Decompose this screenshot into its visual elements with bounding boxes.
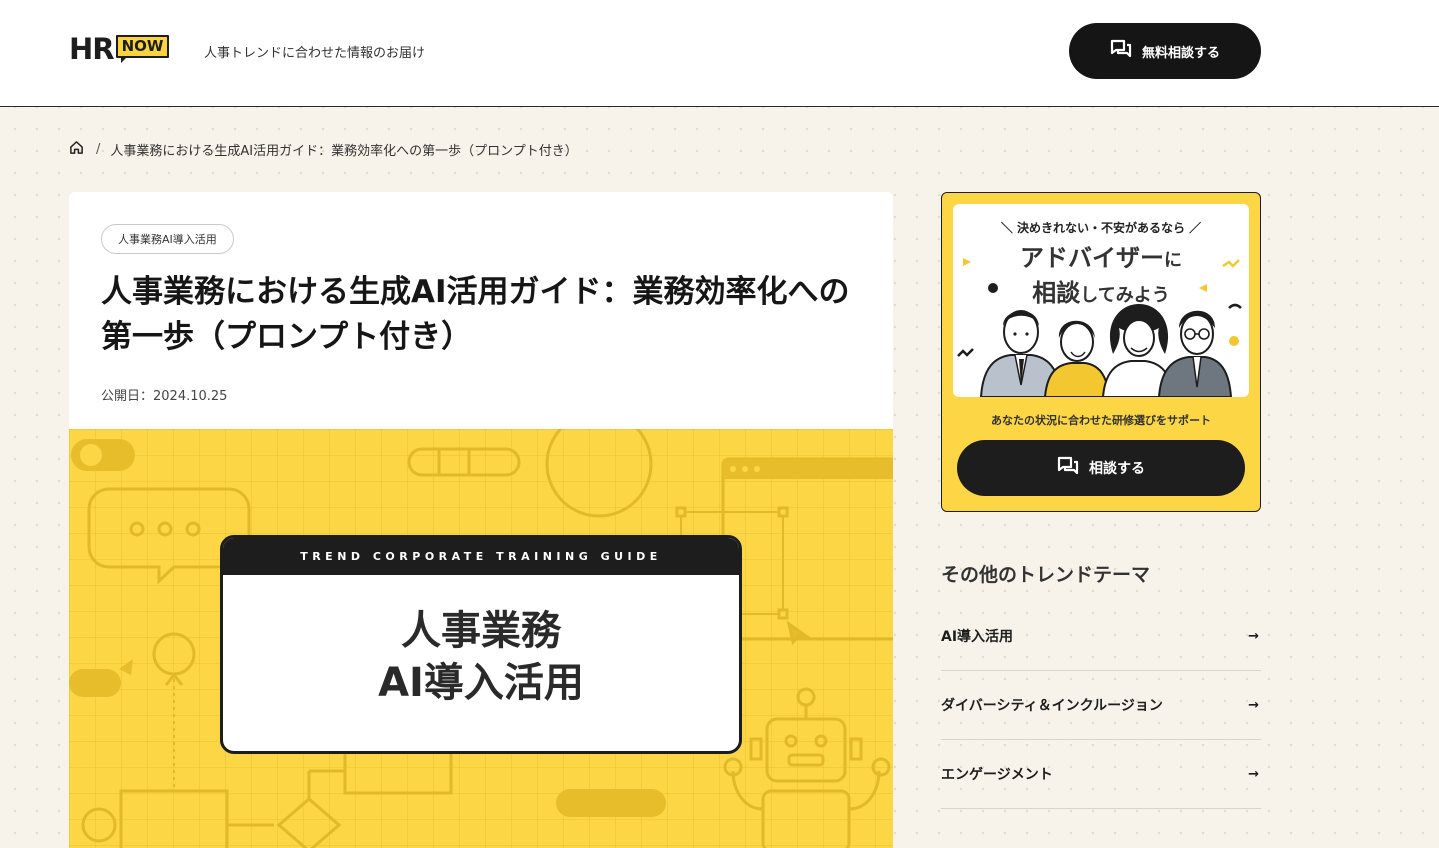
- home-icon[interactable]: [69, 140, 84, 159]
- arrow-right-icon: →: [1248, 697, 1259, 713]
- site-tagline: 人事トレンドに合わせた情報のお届け: [204, 46, 426, 61]
- theme-item-engagement[interactable]: エンゲージメント →: [941, 740, 1261, 809]
- breadcrumb-current: 人事業務における生成AI活用ガイド：業務効率化への第一歩（プロンプト付き）: [110, 144, 578, 159]
- article-tag[interactable]: 人事業務AI導入活用: [101, 224, 234, 254]
- hero-card-text: 人事業務 AI導入活用: [223, 605, 739, 709]
- hr-now-logo[interactable]: HR NOW: [69, 32, 170, 66]
- advisor-consult-label: 相談する: [1089, 461, 1145, 477]
- breadcrumb: / 人事業務における生成AI活用ガイド：業務効率化への第一歩（プロンプト付き）: [69, 140, 578, 159]
- logo-hr-text: HR: [69, 32, 115, 66]
- free-consult-label: 無料相談する: [1141, 45, 1220, 61]
- theme-item-ai[interactable]: AI導入活用 →: [941, 602, 1261, 671]
- article-card: 人事業務AI導入活用 人事業務における生成AI活用ガイド：業務効率化への第一歩（…: [69, 192, 893, 848]
- breadcrumb-separator: /: [96, 142, 101, 157]
- theme-item-label: エンゲージメント: [941, 767, 1053, 783]
- advisor-subtext: あなたの状況に合わせた研修選びをサポート: [991, 414, 1211, 427]
- arrow-right-icon: →: [1248, 628, 1259, 644]
- logo-now-badge: NOW: [115, 34, 170, 63]
- other-themes-list: AI導入活用 → ダイバーシティ＆インクルージョン → エンゲージメント →: [941, 602, 1261, 809]
- theme-item-label: ダイバーシティ＆インクルージョン: [941, 698, 1163, 714]
- site-header: HR NOW 人事トレンドに合わせた情報のお届け 無料相談する: [0, 0, 1439, 107]
- theme-item-label: AI導入活用: [941, 629, 1014, 645]
- publish-date: 公開日：2024.10.25: [101, 389, 228, 404]
- other-themes-title: その他のトレンドテーマ: [941, 564, 1151, 586]
- chat-icon: [1057, 456, 1079, 480]
- hero-card-band: TREND CORPORATE TRAINING GUIDE: [223, 538, 739, 575]
- article-title: 人事業務における生成AI活用ガイド：業務効率化への第一歩（プロンプト付き）: [101, 274, 850, 355]
- hero-title-card: TREND CORPORATE TRAINING GUIDE 人事業務 AI導入…: [220, 535, 742, 754]
- theme-item-diversity[interactable]: ダイバーシティ＆インクルージョン →: [941, 671, 1261, 740]
- free-consult-button[interactable]: 無料相談する: [1069, 23, 1261, 79]
- advisors-illustration: [957, 258, 1242, 397]
- advisor-banner: ＼ 決めきれない・不安があるなら ／ アドバイザーに 相談してみよう あなたの状…: [941, 192, 1261, 512]
- chat-icon: [1110, 39, 1132, 63]
- advisor-consult-button[interactable]: 相談する: [957, 440, 1245, 496]
- arrow-right-icon: →: [1248, 766, 1259, 782]
- advisor-illustration-panel: ＼ 決めきれない・不安があるなら ／ アドバイザーに 相談してみよう: [953, 204, 1249, 397]
- hero-image: TREND CORPORATE TRAINING GUIDE 人事業務 AI導入…: [69, 429, 893, 848]
- hero-line-1: 人事業務: [401, 608, 561, 654]
- hero-line-2: AI導入活用: [378, 660, 584, 706]
